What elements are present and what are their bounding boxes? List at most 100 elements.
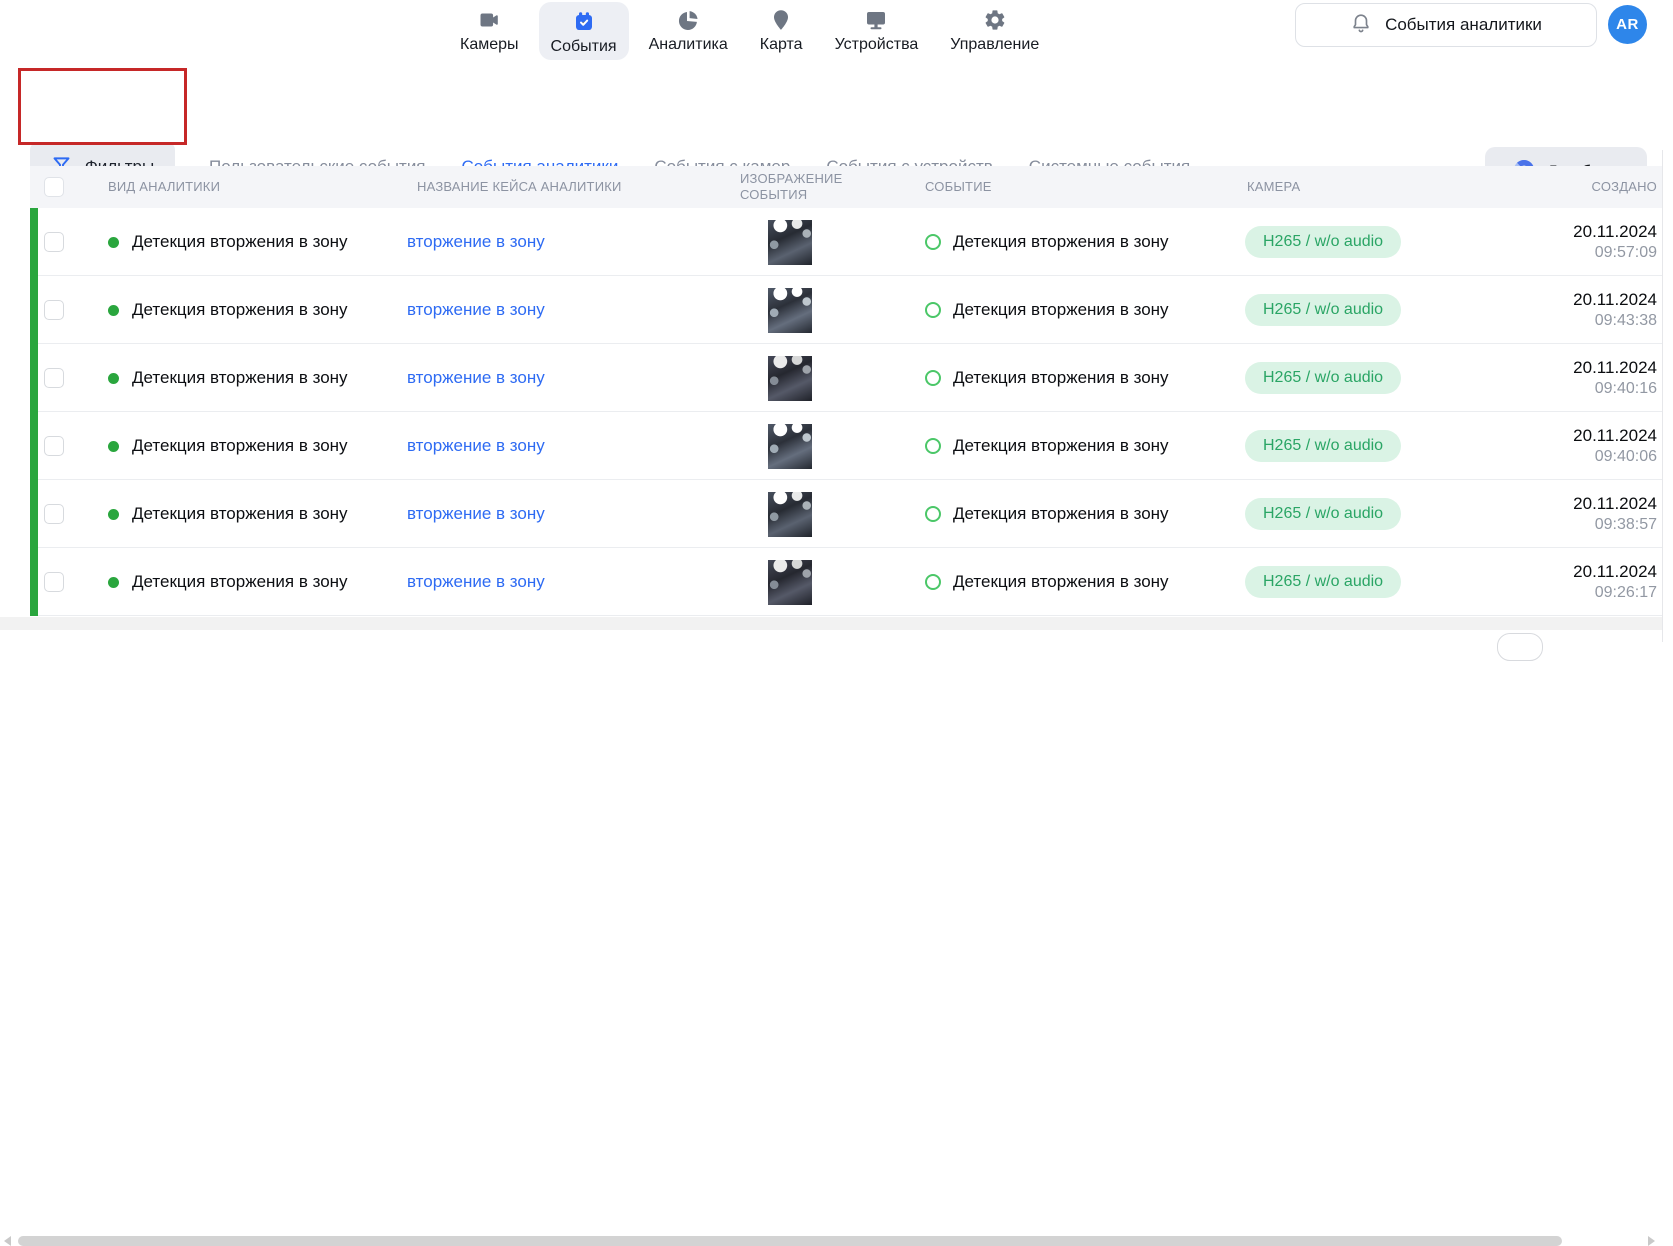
pagination-button-partial[interactable] — [1497, 633, 1543, 661]
camera-badge[interactable]: H265 / w/o audio — [1245, 362, 1401, 394]
row-checkbox[interactable] — [44, 300, 64, 320]
analytics-type-status-dot — [108, 305, 119, 316]
horizontal-scrollbar-thumb[interactable] — [18, 1236, 1562, 1246]
camera-badge[interactable]: H265 / w/o audio — [1245, 294, 1401, 326]
table-row[interactable]: Детекция вторжения в зону вторжение в зо… — [30, 344, 1662, 412]
nav-label: Аналитика — [649, 36, 728, 54]
table-row[interactable]: Детекция вторжения в зону вторжение в зо… — [30, 208, 1662, 276]
case-name-link[interactable]: вторжение в зону — [407, 232, 545, 251]
map-pin-icon — [769, 8, 793, 32]
case-name-link[interactable]: вторжение в зону — [407, 368, 545, 387]
table-row[interactable]: Детекция вторжения в зону вторжение в зо… — [30, 412, 1662, 480]
column-header-case-name: НАЗВАНИЕ КЕЙСА АНАЛИТИКИ — [407, 179, 705, 195]
row-status-bar — [30, 548, 38, 616]
event-status-ring — [925, 438, 941, 454]
case-name-link[interactable]: вторжение в зону — [407, 436, 545, 455]
nav-label: Камеры — [460, 36, 519, 54]
created-time: 09:43:38 — [1420, 311, 1657, 332]
created-time: 09:40:16 — [1420, 379, 1657, 400]
event-thumbnail[interactable] — [768, 560, 812, 605]
event-label: Детекция вторжения в зону — [953, 436, 1169, 456]
created-date: 20.11.2024 — [1420, 561, 1657, 583]
event-thumbnail[interactable] — [768, 424, 812, 469]
created-date: 20.11.2024 — [1420, 289, 1657, 311]
created-time: 09:26:17 — [1420, 583, 1657, 604]
analytics-type-label: Детекция вторжения в зону — [132, 368, 348, 388]
event-label: Детекция вторжения в зону — [953, 368, 1169, 388]
nav-item-map[interactable]: Карта — [748, 0, 815, 54]
event-status-ring — [925, 574, 941, 590]
nav-label: Устройства — [835, 36, 919, 54]
main-nav: Камеры События Аналитика Ка — [448, 0, 1051, 62]
analytics-type-label: Детекция вторжения в зону — [132, 232, 348, 252]
table-body: Детекция вторжения в зону вторжение в зо… — [30, 208, 1662, 616]
analytics-type-label: Детекция вторжения в зону — [132, 572, 348, 592]
table-row[interactable]: Детекция вторжения в зону вторжение в зо… — [30, 548, 1662, 616]
row-status-bar — [30, 344, 38, 412]
camera-badge[interactable]: H265 / w/o audio — [1245, 430, 1401, 462]
nav-item-devices[interactable]: Устройства — [823, 0, 931, 54]
row-checkbox[interactable] — [44, 436, 64, 456]
created-date: 20.11.2024 — [1420, 221, 1657, 243]
event-thumbnail[interactable] — [768, 356, 812, 401]
analytics-events-notifications-button[interactable]: События аналитики — [1295, 3, 1597, 47]
camera-badge[interactable]: H265 / w/o audio — [1245, 226, 1401, 258]
analytics-type-status-dot — [108, 509, 119, 520]
nav-item-events[interactable]: События — [539, 2, 629, 60]
analytics-type-status-dot — [108, 577, 119, 588]
nav-label: Карта — [760, 36, 803, 54]
event-thumbnail[interactable] — [768, 288, 812, 333]
row-status-bar — [30, 208, 38, 276]
event-thumbnail[interactable] — [768, 492, 812, 537]
analytics-type-label: Детекция вторжения в зону — [132, 504, 348, 524]
event-label: Детекция вторжения в зону — [953, 504, 1169, 524]
scroll-right-arrow-icon[interactable] — [1648, 1236, 1655, 1246]
camera-icon — [477, 8, 501, 32]
analytics-type-status-dot — [108, 441, 119, 452]
row-checkbox[interactable] — [44, 504, 64, 524]
camera-badge[interactable]: H265 / w/o audio — [1245, 566, 1401, 598]
created-date: 20.11.2024 — [1420, 357, 1657, 379]
select-all-checkbox[interactable] — [44, 177, 64, 197]
row-checkbox[interactable] — [44, 572, 64, 592]
created-time: 09:38:57 — [1420, 515, 1657, 536]
event-status-ring — [925, 234, 941, 250]
case-name-link[interactable]: вторжение в зону — [407, 300, 545, 319]
column-header-analytics-type: ВИД АНАЛИТИКИ — [100, 179, 407, 195]
column-header-camera: КАМЕРА — [1245, 179, 1420, 195]
case-name-link[interactable]: вторжение в зону — [407, 572, 545, 591]
table-row[interactable]: Детекция вторжения в зону вторжение в зо… — [30, 480, 1662, 548]
analytics-type-status-dot — [108, 373, 119, 384]
analytics-type-label: Детекция вторжения в зону — [132, 300, 348, 320]
nav-label: Управление — [950, 36, 1039, 54]
gear-icon — [983, 8, 1007, 32]
analytics-type-status-dot — [108, 237, 119, 248]
row-checkbox[interactable] — [44, 232, 64, 252]
event-thumbnail[interactable] — [768, 220, 812, 265]
nav-item-analytics[interactable]: Аналитика — [637, 0, 740, 54]
nav-item-management[interactable]: Управление — [938, 0, 1051, 54]
pie-chart-icon — [676, 8, 700, 32]
table-header-row: ВИД АНАЛИТИКИ НАЗВАНИЕ КЕЙСА АНАЛИТИКИ И… — [30, 166, 1662, 208]
event-label: Детекция вторжения в зону — [953, 572, 1169, 592]
row-status-bar — [30, 412, 38, 480]
column-header-created: СОЗДАНО — [1420, 179, 1662, 195]
notifications-button-label: События аналитики — [1385, 15, 1542, 35]
user-avatar[interactable]: AR — [1608, 5, 1647, 44]
row-checkbox[interactable] — [44, 368, 64, 388]
row-status-bar — [30, 276, 38, 344]
scroll-left-arrow-icon[interactable] — [4, 1236, 11, 1246]
calendar-check-icon — [572, 10, 596, 34]
camera-badge[interactable]: H265 / w/o audio — [1245, 498, 1401, 530]
horizontal-scrollbar[interactable] — [0, 617, 1662, 630]
case-name-link[interactable]: вторжение в зону — [407, 504, 545, 523]
event-status-ring — [925, 302, 941, 318]
bell-icon — [1350, 12, 1372, 39]
table-row[interactable]: Детекция вторжения в зону вторжение в зо… — [30, 276, 1662, 344]
event-status-ring — [925, 370, 941, 386]
top-navigation-bar: Камеры События Аналитика Ка — [0, 0, 1673, 63]
events-toolbar: Фильтры Пользовательские события События… — [0, 62, 1673, 148]
created-date: 20.11.2024 — [1420, 425, 1657, 447]
created-time: 09:57:09 — [1420, 243, 1657, 264]
nav-item-cameras[interactable]: Камеры — [448, 0, 531, 54]
